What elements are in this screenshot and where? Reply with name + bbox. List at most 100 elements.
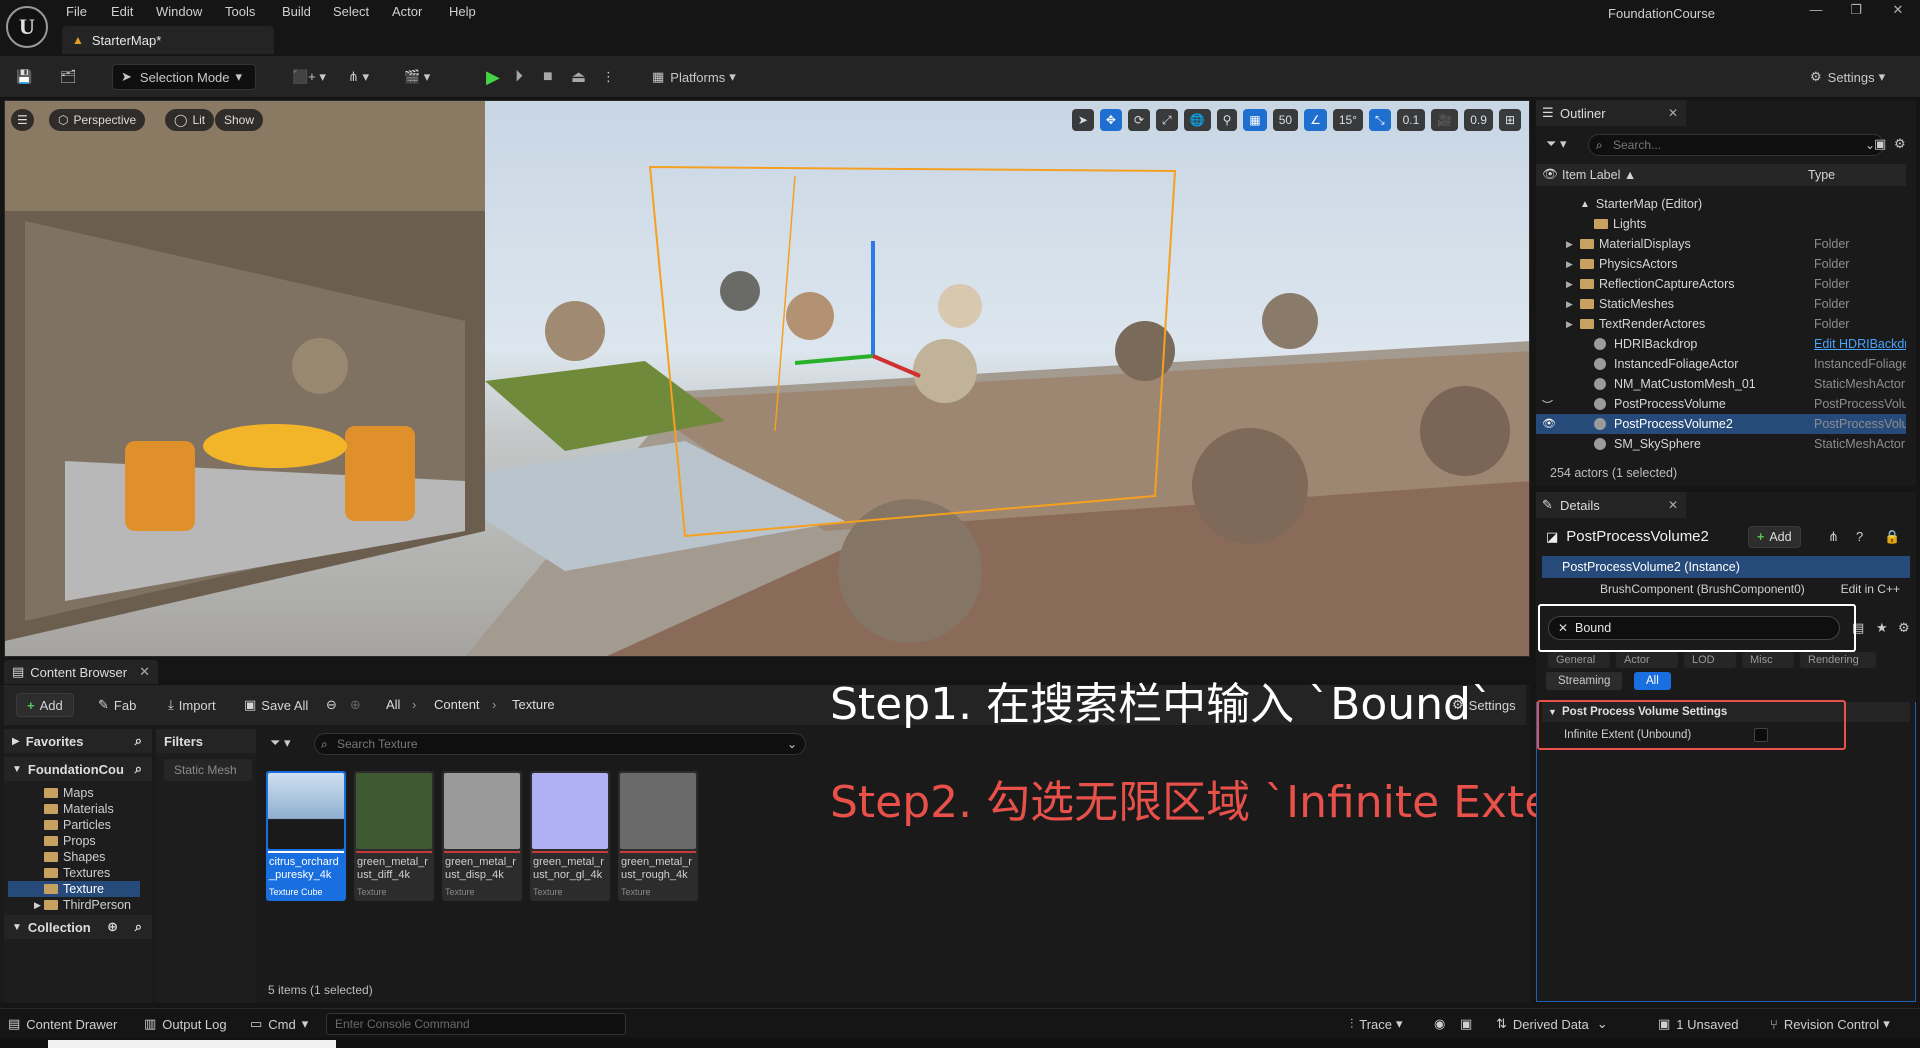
save-icon[interactable]: 💾 xyxy=(16,64,32,90)
lit-button[interactable]: ◯ Lit xyxy=(165,109,215,131)
add-actor-icon[interactable]: ⬛+ ▾ xyxy=(292,64,326,90)
selection-mode-dropdown[interactable]: ➤ Selection Mode ▾ xyxy=(112,64,256,90)
scale-tool-icon[interactable]: ⤢ xyxy=(1156,109,1178,131)
outliner-row[interactable]: NM_MatCustomMesh_01 StaticMeshActor xyxy=(1536,374,1906,394)
import-button[interactable]: ⤓ Import xyxy=(168,693,216,717)
expand-arrow-icon[interactable]: ▶ xyxy=(1566,239,1573,250)
unreal-logo-icon[interactable]: U xyxy=(6,6,48,48)
play-icon[interactable]: ▶ xyxy=(486,64,500,90)
favorite-star-icon[interactable]: ★ xyxy=(1876,620,1888,636)
angle-snap-icon[interactable]: ∠ xyxy=(1304,109,1327,131)
maximize-icon[interactable]: ❐ xyxy=(1842,2,1870,18)
output-log-button[interactable]: ▥ Output Log xyxy=(144,1016,227,1032)
outliner-row-type[interactable]: Edit HDRIBackdrop xyxy=(1814,337,1906,351)
save-all-button[interactable]: ▣ Save All xyxy=(244,693,308,717)
map-tab[interactable]: ▲ StarterMap* xyxy=(62,26,274,54)
collection-header[interactable]: ▼ Collection ⊕ ⌕ xyxy=(4,915,152,939)
asset-tile[interactable]: green_metal_rust_nor_gl_4k Texture xyxy=(530,771,610,901)
move-tool-icon[interactable]: ✥ xyxy=(1099,109,1122,131)
scale-snap-value[interactable]: 0.1 xyxy=(1396,109,1426,131)
camera-speed-value[interactable]: 0.9 xyxy=(1464,109,1493,131)
content-drawer-button[interactable]: ▤ Content Drawer xyxy=(8,1016,117,1032)
asset-tile[interactable]: green_metal_rust_diff_4k Texture xyxy=(354,771,434,901)
outliner-row[interactable]: SM_SkySphere StaticMeshActor xyxy=(1536,434,1906,454)
add-folder-icon[interactable]: ▣ xyxy=(1874,136,1886,152)
visibility-icon[interactable]: 👁 xyxy=(1542,417,1556,430)
taskbar-item[interactable] xyxy=(48,1040,336,1048)
outliner-row[interactable]: ReflectionCaptureActors Folder ▶ xyxy=(1536,274,1906,294)
category-lod[interactable]: LOD xyxy=(1684,652,1736,668)
breadcrumb-texture[interactable]: Texture xyxy=(512,697,555,712)
category-rendering[interactable]: Rendering xyxy=(1800,652,1876,668)
category-misc[interactable]: Misc xyxy=(1742,652,1794,668)
visibility-icon[interactable]: ︶ xyxy=(1542,397,1553,413)
add-collection-icon[interactable]: ⊕ xyxy=(107,919,118,935)
show-button[interactable]: Show xyxy=(215,109,264,131)
folder-shapes[interactable]: Shapes xyxy=(44,849,105,865)
angle-snap-value[interactable]: 15° xyxy=(1332,109,1363,131)
scale-snap-icon[interactable]: ⤡ xyxy=(1369,109,1391,131)
expand-arrow-icon[interactable]: ▶ xyxy=(1566,299,1573,310)
menu-window[interactable]: Window xyxy=(156,4,202,19)
folder-thirdperson[interactable]: ▶ ThirdPerson xyxy=(34,897,131,913)
folder-textures[interactable]: Textures xyxy=(44,865,110,881)
breadcrumb-all[interactable]: All xyxy=(386,697,400,712)
root-folder-header[interactable]: ▼ FoundationCou ⌕ xyxy=(4,757,152,781)
folder-texture-selected[interactable]: Texture xyxy=(8,881,140,897)
expand-arrow-icon[interactable]: ▶ xyxy=(1566,279,1573,290)
edit-in-cpp-link[interactable]: Edit in C++ xyxy=(1841,582,1900,596)
outliner-row[interactable]: PostProcessVolume2 PostProcessVolume 👁 xyxy=(1536,414,1906,434)
trace-button[interactable]: ⫶ Trace ▾ xyxy=(1350,1016,1403,1032)
outliner-search-input[interactable]: ⌕ Search... ⌄ xyxy=(1588,134,1884,156)
stop-icon[interactable]: ■ xyxy=(543,64,553,90)
outliner-row[interactable]: HDRIBackdrop Edit HDRIBackdrop xyxy=(1536,334,1906,354)
folder-props[interactable]: Props xyxy=(44,833,96,849)
history-forward-icon[interactable]: ⊕ xyxy=(350,693,361,717)
brush-component-row[interactable]: BrushComponent (BrushComponent0) Edit in… xyxy=(1542,580,1910,598)
folder-particles[interactable]: Particles xyxy=(44,817,111,833)
category-streaming[interactable]: Streaming xyxy=(1546,672,1623,690)
folder-materials[interactable]: Materials xyxy=(44,801,114,817)
console-command-input[interactable]: Enter Console Command xyxy=(326,1013,626,1035)
favorites-header[interactable]: ▶ Favorites ⌕ xyxy=(4,729,152,753)
item-label-column[interactable]: Item Label ▲ xyxy=(1562,168,1636,182)
browse-icon[interactable]: 🗂 xyxy=(60,64,77,90)
close-window-icon[interactable]: ✕ xyxy=(1884,2,1912,18)
menu-actor[interactable]: Actor xyxy=(392,4,422,19)
menu-select[interactable]: Select xyxy=(333,4,369,19)
outliner-row[interactable]: Lights xyxy=(1536,214,1906,234)
asset-tile[interactable]: citrus_orchard_puresky_4k Texture Cube xyxy=(266,771,346,901)
category-actor[interactable]: Actor xyxy=(1616,652,1678,668)
fab-button[interactable]: ✎ Fab xyxy=(98,693,136,717)
unsaved-button[interactable]: ▣ 1 Unsaved xyxy=(1658,1016,1738,1032)
close-tab-icon[interactable]: ✕ xyxy=(1668,498,1678,512)
expand-arrow-icon[interactable]: ▶ xyxy=(1566,259,1573,270)
expand-arrow-icon[interactable]: ▶ xyxy=(1566,319,1573,330)
category-all[interactable]: All xyxy=(1634,672,1671,690)
step-icon[interactable]: ⏵ xyxy=(515,64,523,90)
viewport-menu-icon[interactable]: ☰ xyxy=(11,109,34,131)
asset-tile[interactable]: green_metal_rust_disp_4k Texture xyxy=(442,771,522,901)
asset-tile[interactable]: green_metal_rust_rough_4k Texture xyxy=(618,771,698,901)
grid-snap-value[interactable]: 50 xyxy=(1272,109,1299,131)
outliner-row[interactable]: PostProcessVolume PostProcessVolume ︶ xyxy=(1536,394,1906,414)
gear-icon[interactable]: ⚙ xyxy=(1898,620,1910,636)
outliner-row[interactable]: ▲ StarterMap (Editor) xyxy=(1536,194,1906,214)
outliner-row[interactable]: StaticMeshes Folder ▶ xyxy=(1536,294,1906,314)
filter-chip-static-mesh[interactable]: Static Mesh xyxy=(164,759,252,781)
visibility-icon[interactable]: 👁 xyxy=(1542,167,1558,182)
type-column[interactable]: Type xyxy=(1808,168,1835,182)
platforms-button[interactable]: ▦ Platforms ▾ xyxy=(652,64,736,90)
menu-file[interactable]: File xyxy=(66,4,87,19)
derived-data-button[interactable]: ⇅ Derived Data ⌄ xyxy=(1496,1016,1608,1032)
settings-button[interactable]: ⚙ Settings ▾ xyxy=(1810,64,1885,90)
menu-edit[interactable]: Edit xyxy=(111,4,133,19)
gear-icon[interactable]: ⚙ xyxy=(1894,136,1906,152)
content-browser-tab[interactable]: ▤ Content Browser ✕ xyxy=(4,660,159,684)
add-component-button[interactable]: + Add xyxy=(1748,526,1801,548)
grid-snap-icon[interactable]: ▦ xyxy=(1243,109,1267,131)
revision-control-button[interactable]: ⑂ Revision Control ▾ xyxy=(1770,1016,1890,1032)
level-viewport[interactable]: ☰ ⬡ Perspective ◯ Lit Show ➤ ✥ ⟳ ⤢ 🌐 ⚲ ▦… xyxy=(4,100,1530,657)
outliner-row[interactable]: MaterialDisplays Folder ▶ xyxy=(1536,234,1906,254)
add-button[interactable]: + Add xyxy=(16,693,74,717)
